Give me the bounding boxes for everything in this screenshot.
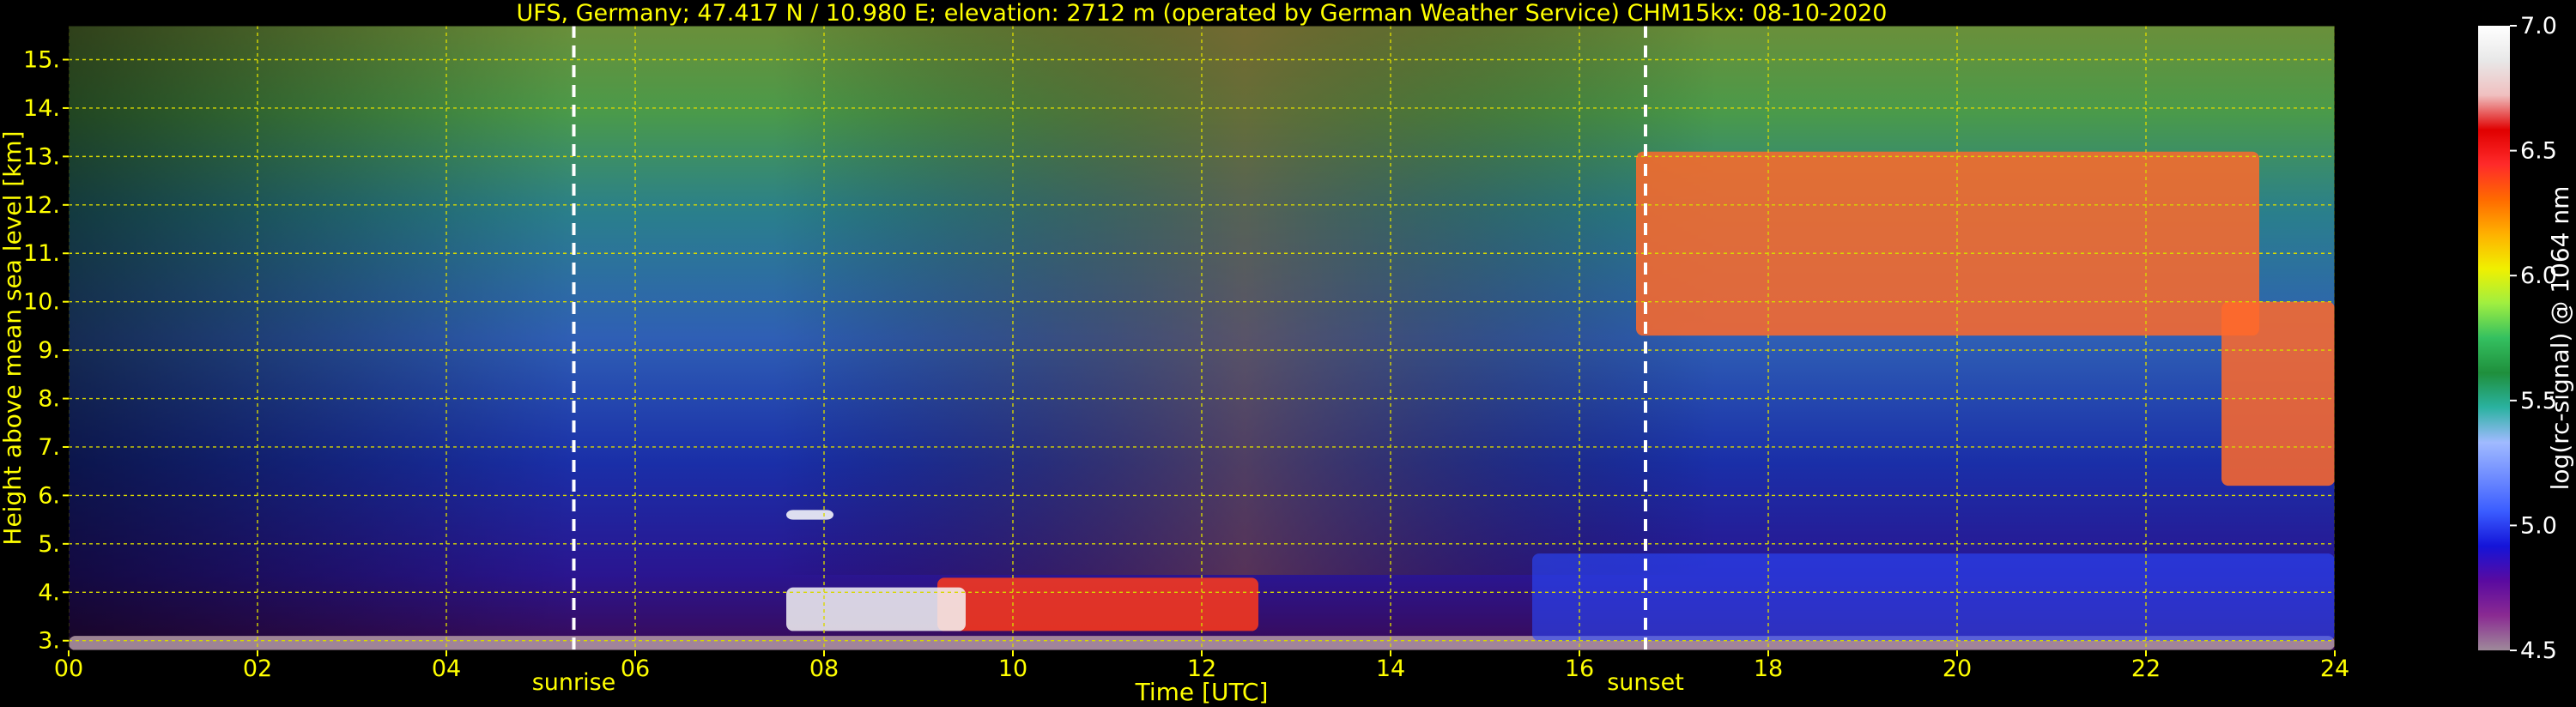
ceilometer-figure: UFS, Germany; 47.417 N / 10.980 E; eleva… xyxy=(0,0,2574,706)
sunset-label: sunset xyxy=(1607,669,1684,696)
y-tick-label: 12. xyxy=(23,192,60,219)
x-tick-label: 00 xyxy=(54,656,83,682)
y-tick-label: 3. xyxy=(38,628,60,655)
x-tick-label: 08 xyxy=(809,656,839,682)
y-tick-label: 6. xyxy=(38,482,60,509)
x-tick-label: 24 xyxy=(2320,656,2349,682)
night-shading xyxy=(69,26,575,650)
y-axis-ticks: 3. 4. 5. 6. 7. 8. 9. 10. 11. 12. 13. 14. 15. xyxy=(23,47,69,655)
x-tick-label: 06 xyxy=(621,656,650,682)
colorbar-tick-label: 4.5 xyxy=(2520,638,2557,664)
y-tick-label: 13. xyxy=(23,143,60,170)
x-axis-label: Time [UTC] xyxy=(1135,678,1269,706)
x-tick-label: 20 xyxy=(1943,656,1972,682)
aerosol-layer-region xyxy=(1532,553,2335,641)
y-tick-label: 15. xyxy=(23,47,60,74)
x-tick-label: 14 xyxy=(1376,656,1405,682)
colorbar-tick-label: 6.5 xyxy=(2520,138,2557,165)
sun-event-labels: sunrise sunset xyxy=(532,669,1684,696)
y-tick-label: 7. xyxy=(38,434,60,461)
y-tick-label: 10. xyxy=(23,289,60,316)
y-axis-label: Height above mean sea level [km] xyxy=(0,130,27,545)
thin-cloud-region xyxy=(786,510,833,520)
colorbar-label: log(rc-signal) @ 1064 nm xyxy=(2546,186,2574,491)
y-tick-label: 14. xyxy=(23,95,60,122)
dense-aerosol-layer-region xyxy=(937,577,1258,631)
x-tick-label: 02 xyxy=(243,656,272,682)
y-tick-label: 11. xyxy=(23,240,60,267)
colorbar: 7.06.56.05.55.04.5 log(rc-signal) @ 1064… xyxy=(2478,13,2574,664)
colorbar-tick-label: 5.0 xyxy=(2520,512,2557,539)
y-tick-label: 5. xyxy=(38,531,60,558)
cirrus-region xyxy=(1636,151,2259,336)
low-cloud-region xyxy=(786,587,966,631)
sunrise-label: sunrise xyxy=(532,669,616,696)
y-tick-label: 8. xyxy=(38,386,60,413)
x-tick-label: 10 xyxy=(998,656,1027,682)
x-tick-label: 16 xyxy=(1565,656,1594,682)
x-tick-label: 22 xyxy=(2131,656,2161,682)
colorbar-tick-label: 7.0 xyxy=(2520,13,2557,39)
plot-area xyxy=(69,26,2335,650)
cirrus-region xyxy=(2221,301,2335,486)
x-tick-label: 04 xyxy=(432,656,461,682)
y-tick-label: 9. xyxy=(38,337,60,364)
chart-title: UFS, Germany; 47.417 N / 10.980 E; eleva… xyxy=(517,0,1888,27)
y-tick-label: 4. xyxy=(38,579,60,606)
x-tick-label: 18 xyxy=(1754,656,1783,682)
colorbar-gradient xyxy=(2478,26,2510,650)
